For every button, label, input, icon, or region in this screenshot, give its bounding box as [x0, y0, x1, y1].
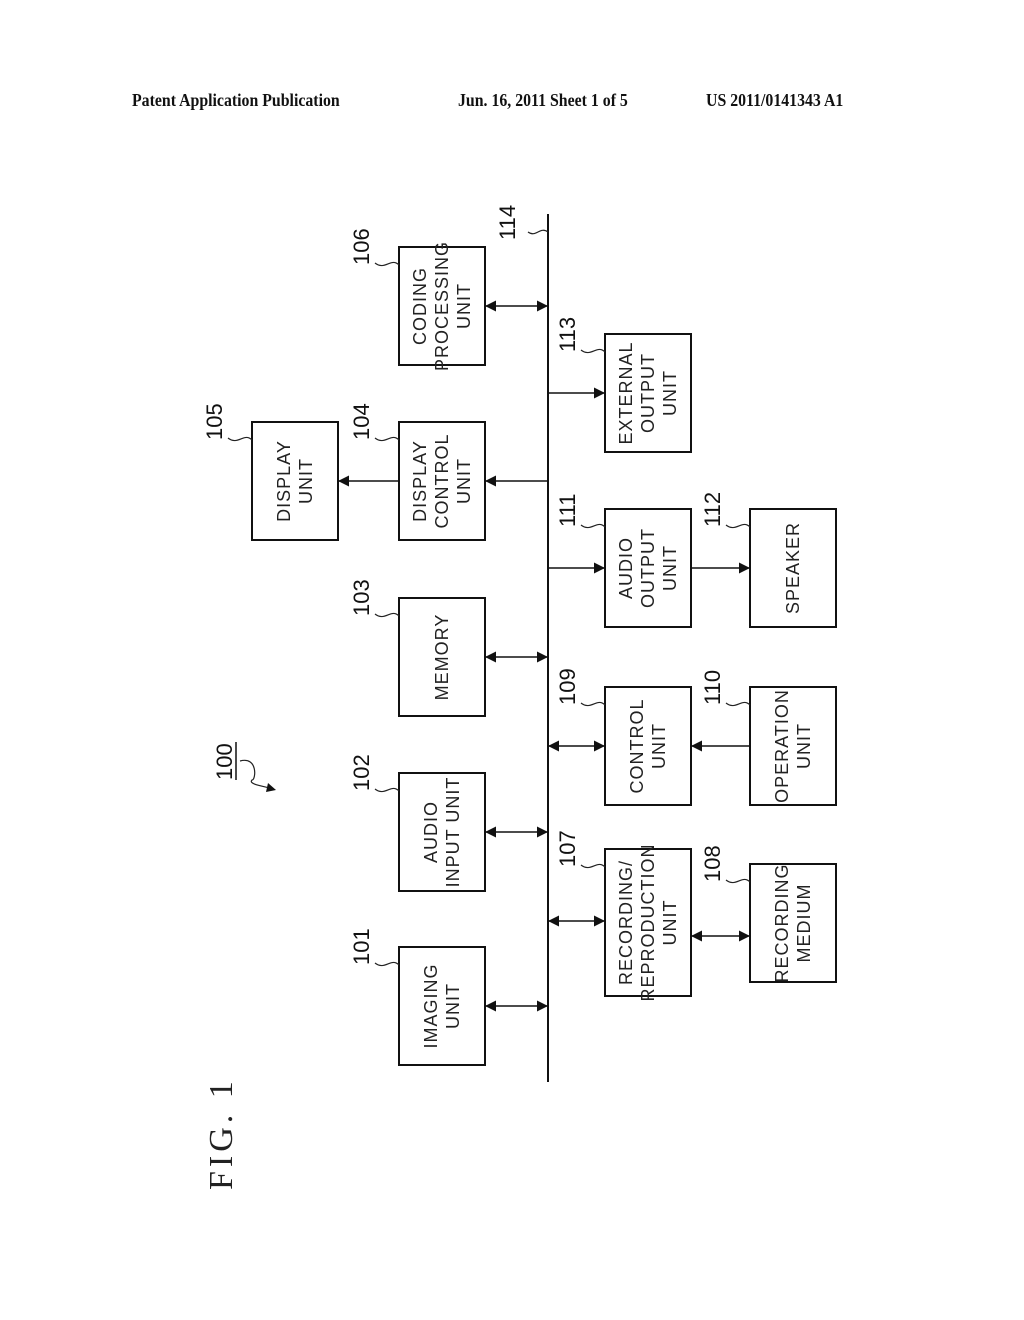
imaging-label-line: IMAGING — [421, 963, 441, 1048]
block-operation: OPERATION UNIT 110 — [700, 670, 837, 806]
recording-medium-ref-leader — [725, 878, 751, 884]
display-control-label-line: UNIT — [454, 458, 474, 504]
block-coding-processing: CODING PROCESSING UNIT 106 — [349, 228, 486, 371]
external-output-ref-label: 113 — [555, 317, 580, 352]
display-control-ref-label: 104 — [349, 403, 374, 440]
block-external-output: EXTERNAL OUTPUT UNIT 113 — [555, 317, 692, 453]
audio-output-ref-leader — [580, 523, 606, 529]
imaging-ref-leader — [374, 961, 400, 967]
recording-reproduction-label-line: REPRODUCTION — [638, 843, 658, 1001]
audio-output-label-line: OUTPUT — [638, 528, 658, 608]
coding-processing-label-line: UNIT — [454, 283, 474, 329]
memory-ref-leader — [374, 612, 400, 618]
block-recording-medium: RECORDING MEDIUM 108 — [700, 845, 837, 983]
audio-output-label-line: UNIT — [660, 545, 680, 591]
recording-reproduction-label-line: RECORDING/ — [616, 860, 636, 985]
audio-input-label-line: INPUT UNIT — [443, 777, 463, 888]
block-memory: MEMORY 103 — [349, 579, 486, 717]
block-display-control: DISPLAY CONTROL UNIT 104 — [349, 403, 486, 541]
display-label-line: UNIT — [296, 458, 316, 504]
recording-medium-label-line: RECORDING — [772, 863, 792, 982]
memory-ref-label: 103 — [349, 579, 374, 616]
block-display: DISPLAY UNIT 105 — [202, 403, 339, 541]
imaging-box — [398, 946, 486, 1066]
speaker-ref-leader — [725, 523, 751, 529]
audio-output-ref-label: 111 — [555, 494, 580, 527]
control-box — [604, 686, 692, 806]
memory-label-line: MEMORY — [432, 614, 452, 701]
control-label-line: UNIT — [649, 723, 669, 769]
operation-ref-label: 110 — [700, 670, 725, 705]
system-ref-label: 100 — [212, 743, 237, 780]
operation-ref-leader — [725, 701, 751, 707]
external-output-label-line: EXTERNAL — [616, 341, 636, 444]
display-control-ref-leader — [374, 436, 400, 442]
block-recording-reproduction: RECORDING/REPRODUCTION UNIT 107 — [555, 830, 692, 1002]
imaging-ref-label: 101 — [349, 928, 374, 965]
audio-output-label-line: AUDIO — [616, 537, 636, 599]
display-ref-label: 105 — [202, 403, 227, 440]
audio-input-label-line: AUDIO — [421, 801, 441, 863]
display-label-line: DISPLAY — [274, 440, 294, 522]
external-output-ref-leader — [580, 348, 606, 354]
recording-medium-box — [749, 863, 837, 983]
display-control-label-line: CONTROL — [432, 433, 452, 528]
display-box — [251, 421, 339, 541]
bus-ref-leader — [527, 229, 549, 235]
control-label-line: CONTROL — [627, 698, 647, 793]
coding-processing-ref-label: 106 — [349, 228, 374, 265]
display-control-label-line: DISPLAY — [410, 440, 430, 522]
speaker-ref-label: 112 — [700, 492, 725, 527]
control-ref-label: 109 — [555, 668, 580, 705]
audio-input-ref-leader — [374, 787, 400, 793]
block-audio-output: AUDIO OUTPUT UNIT 111 — [555, 494, 692, 628]
control-ref-leader — [580, 701, 606, 707]
external-output-label-line: UNIT — [660, 370, 680, 416]
recording-reproduction-ref-label: 107 — [555, 830, 580, 867]
recording-reproduction-ref-leader — [580, 863, 606, 869]
operation-box — [749, 686, 837, 806]
block-diagram: 114 100 FIG. 1 IMAGING UNIT101AUDIO INPUT … — [202, 205, 837, 1190]
imaging-label-line: UNIT — [443, 983, 463, 1029]
audio-input-ref-label: 102 — [349, 754, 374, 791]
coding-processing-label-line: PROCESSING — [432, 241, 452, 371]
coding-processing-ref-leader — [374, 261, 400, 267]
recording-medium-ref-label: 108 — [700, 845, 725, 882]
block-speaker: SPEAKER 112 — [700, 492, 837, 628]
audio-input-box — [398, 772, 486, 892]
block-control: CONTROL UNIT 109 — [555, 668, 692, 806]
coding-processing-label-line: CODING — [410, 267, 430, 345]
operation-label-line: UNIT — [794, 723, 814, 769]
display-ref-leader — [227, 436, 253, 442]
speaker-label-line: SPEAKER — [783, 522, 803, 614]
block-audio-input: AUDIO INPUT UNIT 102 — [349, 754, 486, 892]
external-output-label-line: OUTPUT — [638, 353, 658, 433]
bus-ref-label: 114 — [495, 205, 520, 240]
blocks-layer: IMAGING UNIT101AUDIO INPUT UNIT102MEMORY10… — [202, 228, 837, 1066]
operation-label-line: OPERATION — [772, 689, 792, 803]
block-imaging: IMAGING UNIT 101 — [349, 928, 486, 1066]
system-ref-leader — [239, 759, 271, 789]
recording-medium-label-line: MEDIUM — [794, 884, 814, 963]
recording-reproduction-label-line: UNIT — [660, 900, 680, 946]
system-ref-arrowhead — [266, 783, 276, 792]
figure-label: FIG. 1 — [203, 1077, 240, 1190]
